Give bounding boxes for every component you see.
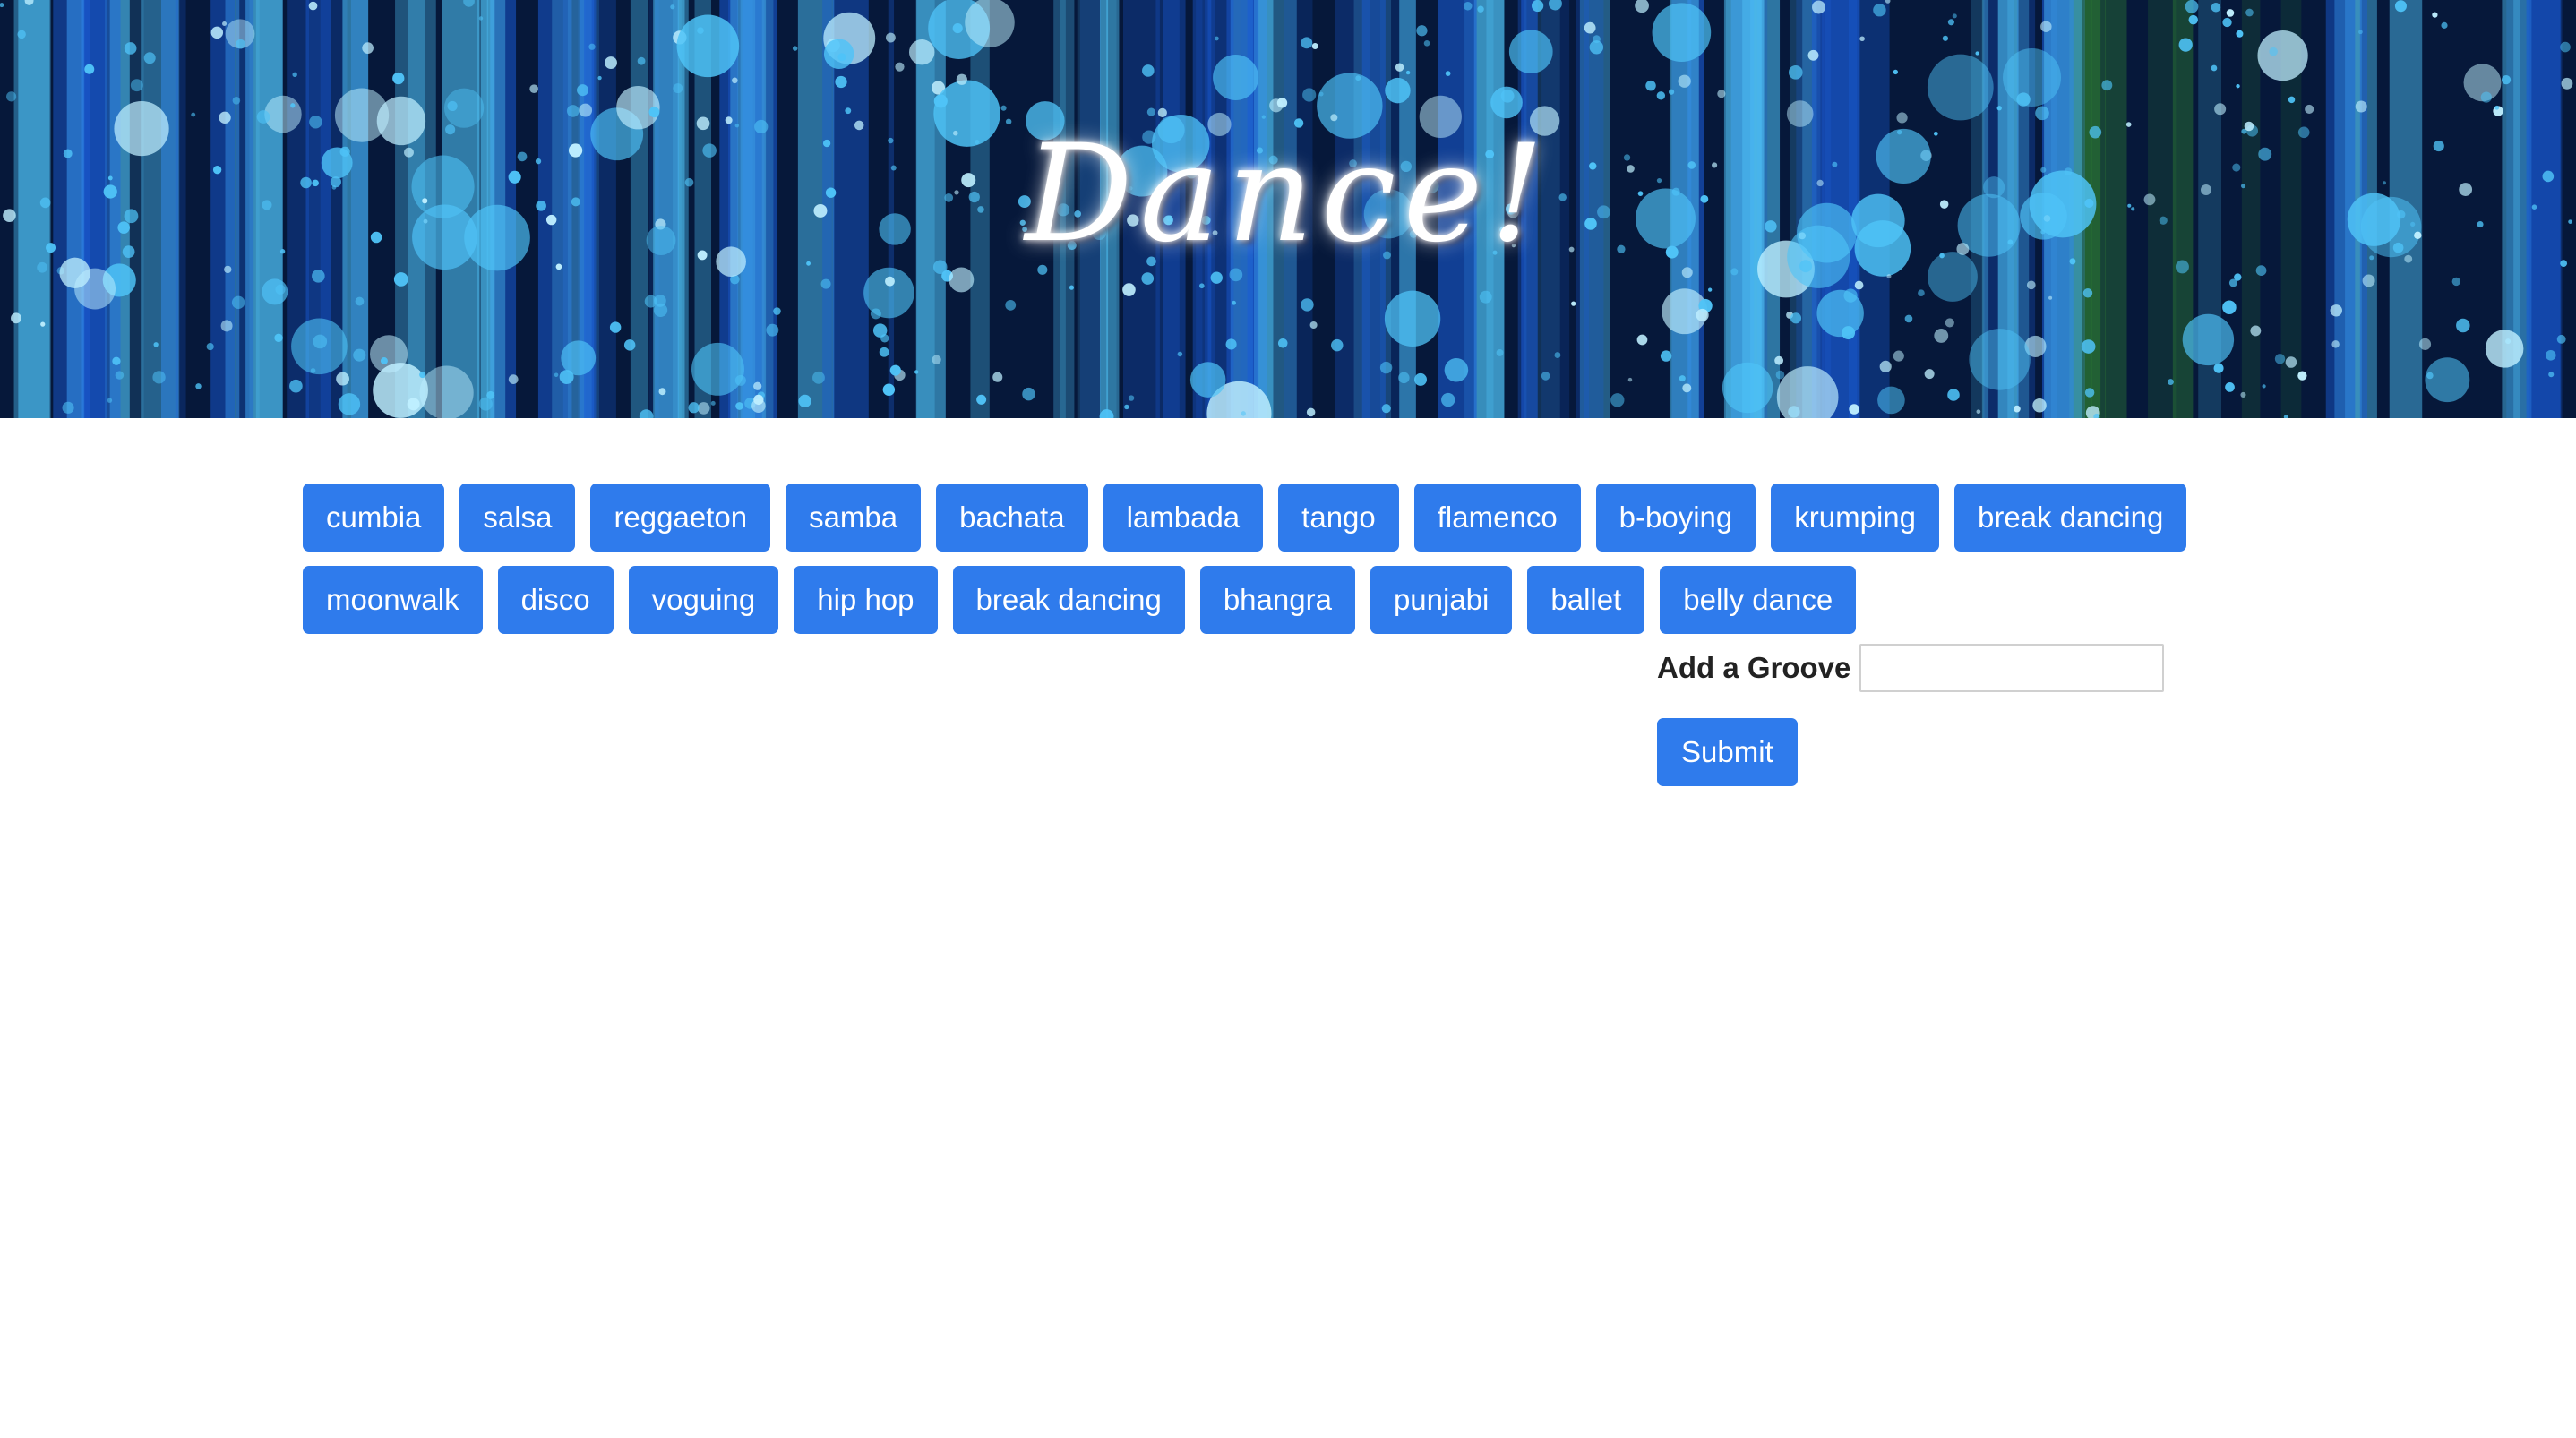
dance-button-flamenco[interactable]: flamenco xyxy=(1413,484,1581,552)
dance-button-lambada[interactable]: lambada xyxy=(1103,484,1264,552)
dance-button-belly-dance[interactable]: belly dance xyxy=(1660,566,1857,634)
dance-button-cumbia[interactable]: cumbia xyxy=(303,484,445,552)
submit-button[interactable]: Submit xyxy=(1657,718,1798,786)
page-title: Dance! xyxy=(1025,116,1551,272)
dance-button-ballet[interactable]: ballet xyxy=(1527,566,1645,634)
dance-button-salsa[interactable]: salsa xyxy=(459,484,576,552)
dance-button-row: moonwalk disco voguing hip hop break dan… xyxy=(303,566,2184,634)
add-groove-form: Add a Groove Submit xyxy=(1657,641,2165,786)
add-groove-input[interactable] xyxy=(1859,644,2165,692)
dance-button-bhangra[interactable]: bhangra xyxy=(1199,566,1355,634)
dance-button-reggaeton[interactable]: reggaeton xyxy=(590,484,771,552)
dance-button-list: cumbia salsa reggaeton samba bachata lam… xyxy=(303,484,2187,648)
dance-button-tango[interactable]: tango xyxy=(1278,484,1399,552)
dance-button-krumping[interactable]: krumping xyxy=(1771,484,1939,552)
dance-button-samba[interactable]: samba xyxy=(786,484,922,552)
dance-button-break-dancing[interactable]: break dancing xyxy=(1954,484,2187,552)
add-groove-label: Add a Groove xyxy=(1657,651,1851,684)
dance-button-row: cumbia salsa reggaeton samba bachata lam… xyxy=(303,484,2187,552)
header-banner: Dance! xyxy=(0,0,2576,418)
dance-button-punjabi[interactable]: punjabi xyxy=(1370,566,1513,634)
add-groove-row: Add a Groove xyxy=(1657,641,2165,695)
dance-button-voguing[interactable]: voguing xyxy=(628,566,779,634)
dance-button-disco[interactable]: disco xyxy=(497,566,614,634)
dance-button-b-boying[interactable]: b-boying xyxy=(1595,484,1756,552)
dance-button-bachata[interactable]: bachata xyxy=(936,484,1088,552)
dance-button-hip-hop[interactable]: hip hop xyxy=(794,566,938,634)
dance-button-moonwalk[interactable]: moonwalk xyxy=(303,566,483,634)
dance-button-break-dancing-2[interactable]: break dancing xyxy=(952,566,1185,634)
